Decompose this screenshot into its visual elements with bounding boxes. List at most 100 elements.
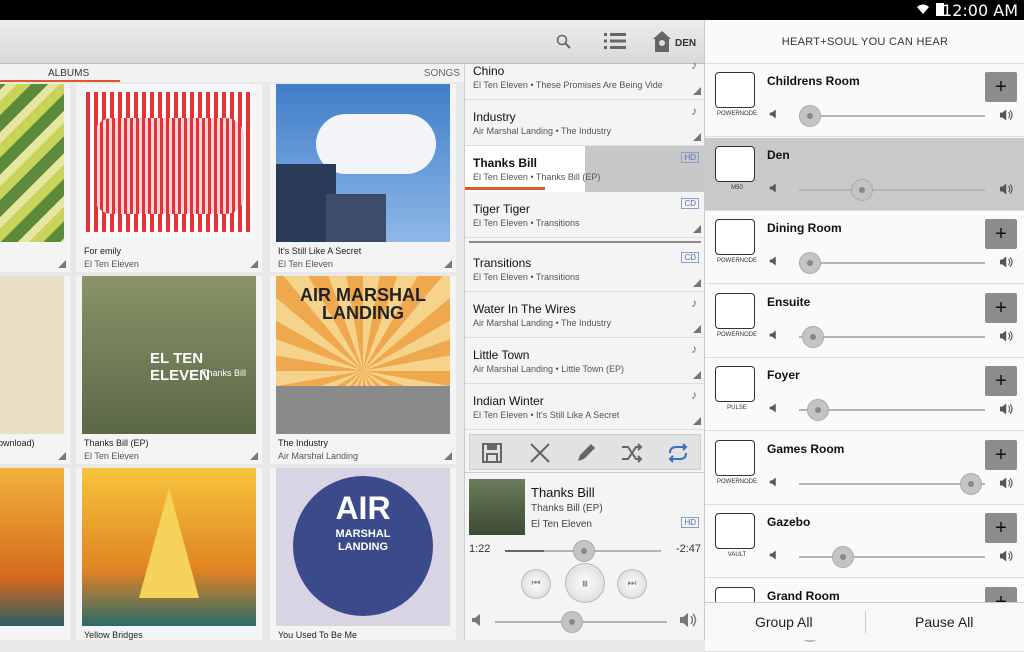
album-cover xyxy=(0,468,64,626)
clear-icon[interactable] xyxy=(528,441,552,465)
queue-item-current[interactable]: Thanks Bill El Ten Eleven • Thanks Bill … xyxy=(465,146,705,192)
zone-volume-slider[interactable] xyxy=(799,335,985,338)
device-type-label: POWERNODE xyxy=(716,478,757,485)
zone-volume-thumb[interactable] xyxy=(799,105,821,127)
queue-item-title: Water In The Wires xyxy=(473,302,576,316)
elapsed-time: 1:22 xyxy=(469,543,491,555)
search-icon[interactable] xyxy=(556,34,572,50)
album-cover xyxy=(276,84,450,242)
volume-thumb[interactable] xyxy=(561,611,583,633)
music-note-icon: ♪ xyxy=(691,104,697,118)
next-button[interactable]: ⏭ xyxy=(617,569,647,599)
album-tile[interactable]: It's Still Like A Secret El Ten Eleven xyxy=(270,84,456,272)
albums-panel: ALBUMS SONGS For emily El Ten Eleven It'… xyxy=(0,64,464,640)
zone-volume-slider[interactable] xyxy=(799,262,985,264)
overflow-menu-icon[interactable] xyxy=(250,452,258,460)
zone-volume-thumb[interactable] xyxy=(807,399,829,421)
volume-high-icon xyxy=(1000,330,1013,341)
volume-low-icon xyxy=(472,614,480,626)
overflow-menu-icon[interactable] xyxy=(444,452,452,460)
queue-item-title: Chino xyxy=(473,64,505,78)
zone-volume-thumb[interactable] xyxy=(802,325,824,348)
album-tile[interactable]: EL TEN ELEVEN Thanks Bill Thanks Bill (E… xyxy=(76,276,262,464)
tab-songs[interactable]: SONGS xyxy=(424,68,460,79)
album-tile[interactable]: AIR MARSHAL LANDING You Used To Be Me xyxy=(270,468,456,640)
shuffle-icon[interactable] xyxy=(620,441,644,465)
overflow-menu-icon[interactable] xyxy=(58,452,66,460)
save-icon[interactable] xyxy=(480,441,504,465)
queue-item[interactable]: Industry Air Marshal Landing • The Indus… xyxy=(465,100,705,146)
overflow-menu-icon[interactable] xyxy=(58,260,66,268)
cd-badge: CD xyxy=(681,252,699,263)
album-tile[interactable] xyxy=(0,84,70,272)
pause-button[interactable]: ⏸ xyxy=(565,563,605,603)
now-playing-artist: El Ten Eleven xyxy=(531,519,592,530)
album-tile[interactable]: AIR MARSHAL LANDING The Industry Air Mar… xyxy=(270,276,456,464)
group-all-button[interactable]: Group All xyxy=(755,614,813,630)
list-icon[interactable] xyxy=(604,32,626,50)
device-icon xyxy=(715,439,755,476)
previous-button[interactable]: ⏮ xyxy=(521,569,551,599)
zone-row[interactable]: PULSE Foyer + xyxy=(705,358,1024,431)
zone-name: Ensuite xyxy=(767,294,811,309)
queue-item[interactable]: Tiger Tiger El Ten Eleven • Transitions … xyxy=(465,192,705,238)
add-zone-button[interactable]: + xyxy=(985,439,1017,470)
zone-row[interactable]: VAULT Gazebo + xyxy=(705,505,1024,578)
overflow-menu-icon[interactable] xyxy=(250,260,258,268)
zone-volume-thumb[interactable] xyxy=(851,178,873,201)
queue-item[interactable]: Transitions El Ten Eleven • Transitions … xyxy=(465,246,705,292)
album-tile[interactable] xyxy=(0,468,70,640)
queue-item[interactable]: Indian Winter El Ten Eleven • It's Still… xyxy=(465,384,705,430)
seek-thumb[interactable] xyxy=(573,540,595,562)
current-track-progress xyxy=(465,187,545,190)
zone-row[interactable]: POWERNODE Games Room + xyxy=(705,431,1024,505)
device-type-label: M50 xyxy=(731,184,743,191)
overflow-menu-icon[interactable] xyxy=(693,87,701,95)
zone-volume-thumb[interactable] xyxy=(960,472,982,495)
album-tile[interactable]: For emily El Ten Eleven xyxy=(76,84,262,272)
zone-volume-thumb[interactable] xyxy=(832,546,854,568)
overflow-menu-icon[interactable] xyxy=(693,371,701,379)
zone-volume-slider[interactable] xyxy=(799,115,985,117)
album-cover: AIR MARSHAL LANDING xyxy=(276,276,450,434)
zone-name: Childrens Room xyxy=(767,74,860,88)
add-zone-button[interactable]: + xyxy=(985,292,1017,323)
zone-row[interactable]: M50 Den xyxy=(705,137,1024,211)
overflow-menu-icon[interactable] xyxy=(693,133,701,141)
queue-item[interactable]: Water In The Wires Air Marshal Landing •… xyxy=(465,292,705,338)
remaining-time: -2:47 xyxy=(675,543,701,555)
current-room-label[interactable]: DEN xyxy=(675,38,696,49)
zone-row[interactable]: POWERNODE Dining Room + xyxy=(705,211,1024,284)
zone-volume-slider[interactable] xyxy=(799,482,985,485)
zone-row[interactable]: POWERNODE Childrens Room + xyxy=(705,64,1024,137)
album-title: You Used To Be Me xyxy=(278,630,358,640)
album-cover xyxy=(82,468,256,626)
zone-volume-slider[interactable] xyxy=(799,556,985,558)
device-icon xyxy=(715,219,755,255)
music-note-icon: ♪ xyxy=(691,58,697,72)
zone-volume-thumb[interactable] xyxy=(799,252,821,274)
add-zone-button[interactable]: + xyxy=(985,366,1017,396)
album-tile[interactable]: Yellow Bridges xyxy=(76,468,262,640)
zone-volume-slider[interactable] xyxy=(799,188,985,191)
overflow-menu-icon[interactable] xyxy=(693,225,701,233)
overflow-menu-icon[interactable] xyxy=(693,325,701,333)
zone-row[interactable]: POWERNODE Ensuite + xyxy=(705,284,1024,358)
add-zone-button[interactable]: + xyxy=(985,72,1017,102)
tab-albums[interactable]: ALBUMS xyxy=(48,68,89,79)
room-speaker-icon[interactable] xyxy=(652,30,672,54)
overflow-menu-icon[interactable] xyxy=(693,417,701,425)
overflow-menu-icon[interactable] xyxy=(444,260,452,268)
queue-item[interactable]: Chino El Ten Eleven • These Promises Are… xyxy=(465,54,705,100)
volume-low-icon xyxy=(769,550,776,560)
edit-icon[interactable] xyxy=(574,441,598,465)
overflow-menu-icon[interactable] xyxy=(693,279,701,287)
album-tile[interactable]: ownload) xyxy=(0,276,70,464)
zone-name: Dining Room xyxy=(767,221,842,235)
pause-all-button[interactable]: Pause All xyxy=(915,614,973,630)
cover-text: Thanks Bill xyxy=(202,368,247,378)
add-zone-button[interactable]: + xyxy=(985,513,1017,543)
add-zone-button[interactable]: + xyxy=(985,219,1017,249)
repeat-icon[interactable] xyxy=(666,441,690,465)
queue-item[interactable]: Little Town Air Marshal Landing • Little… xyxy=(465,338,705,384)
